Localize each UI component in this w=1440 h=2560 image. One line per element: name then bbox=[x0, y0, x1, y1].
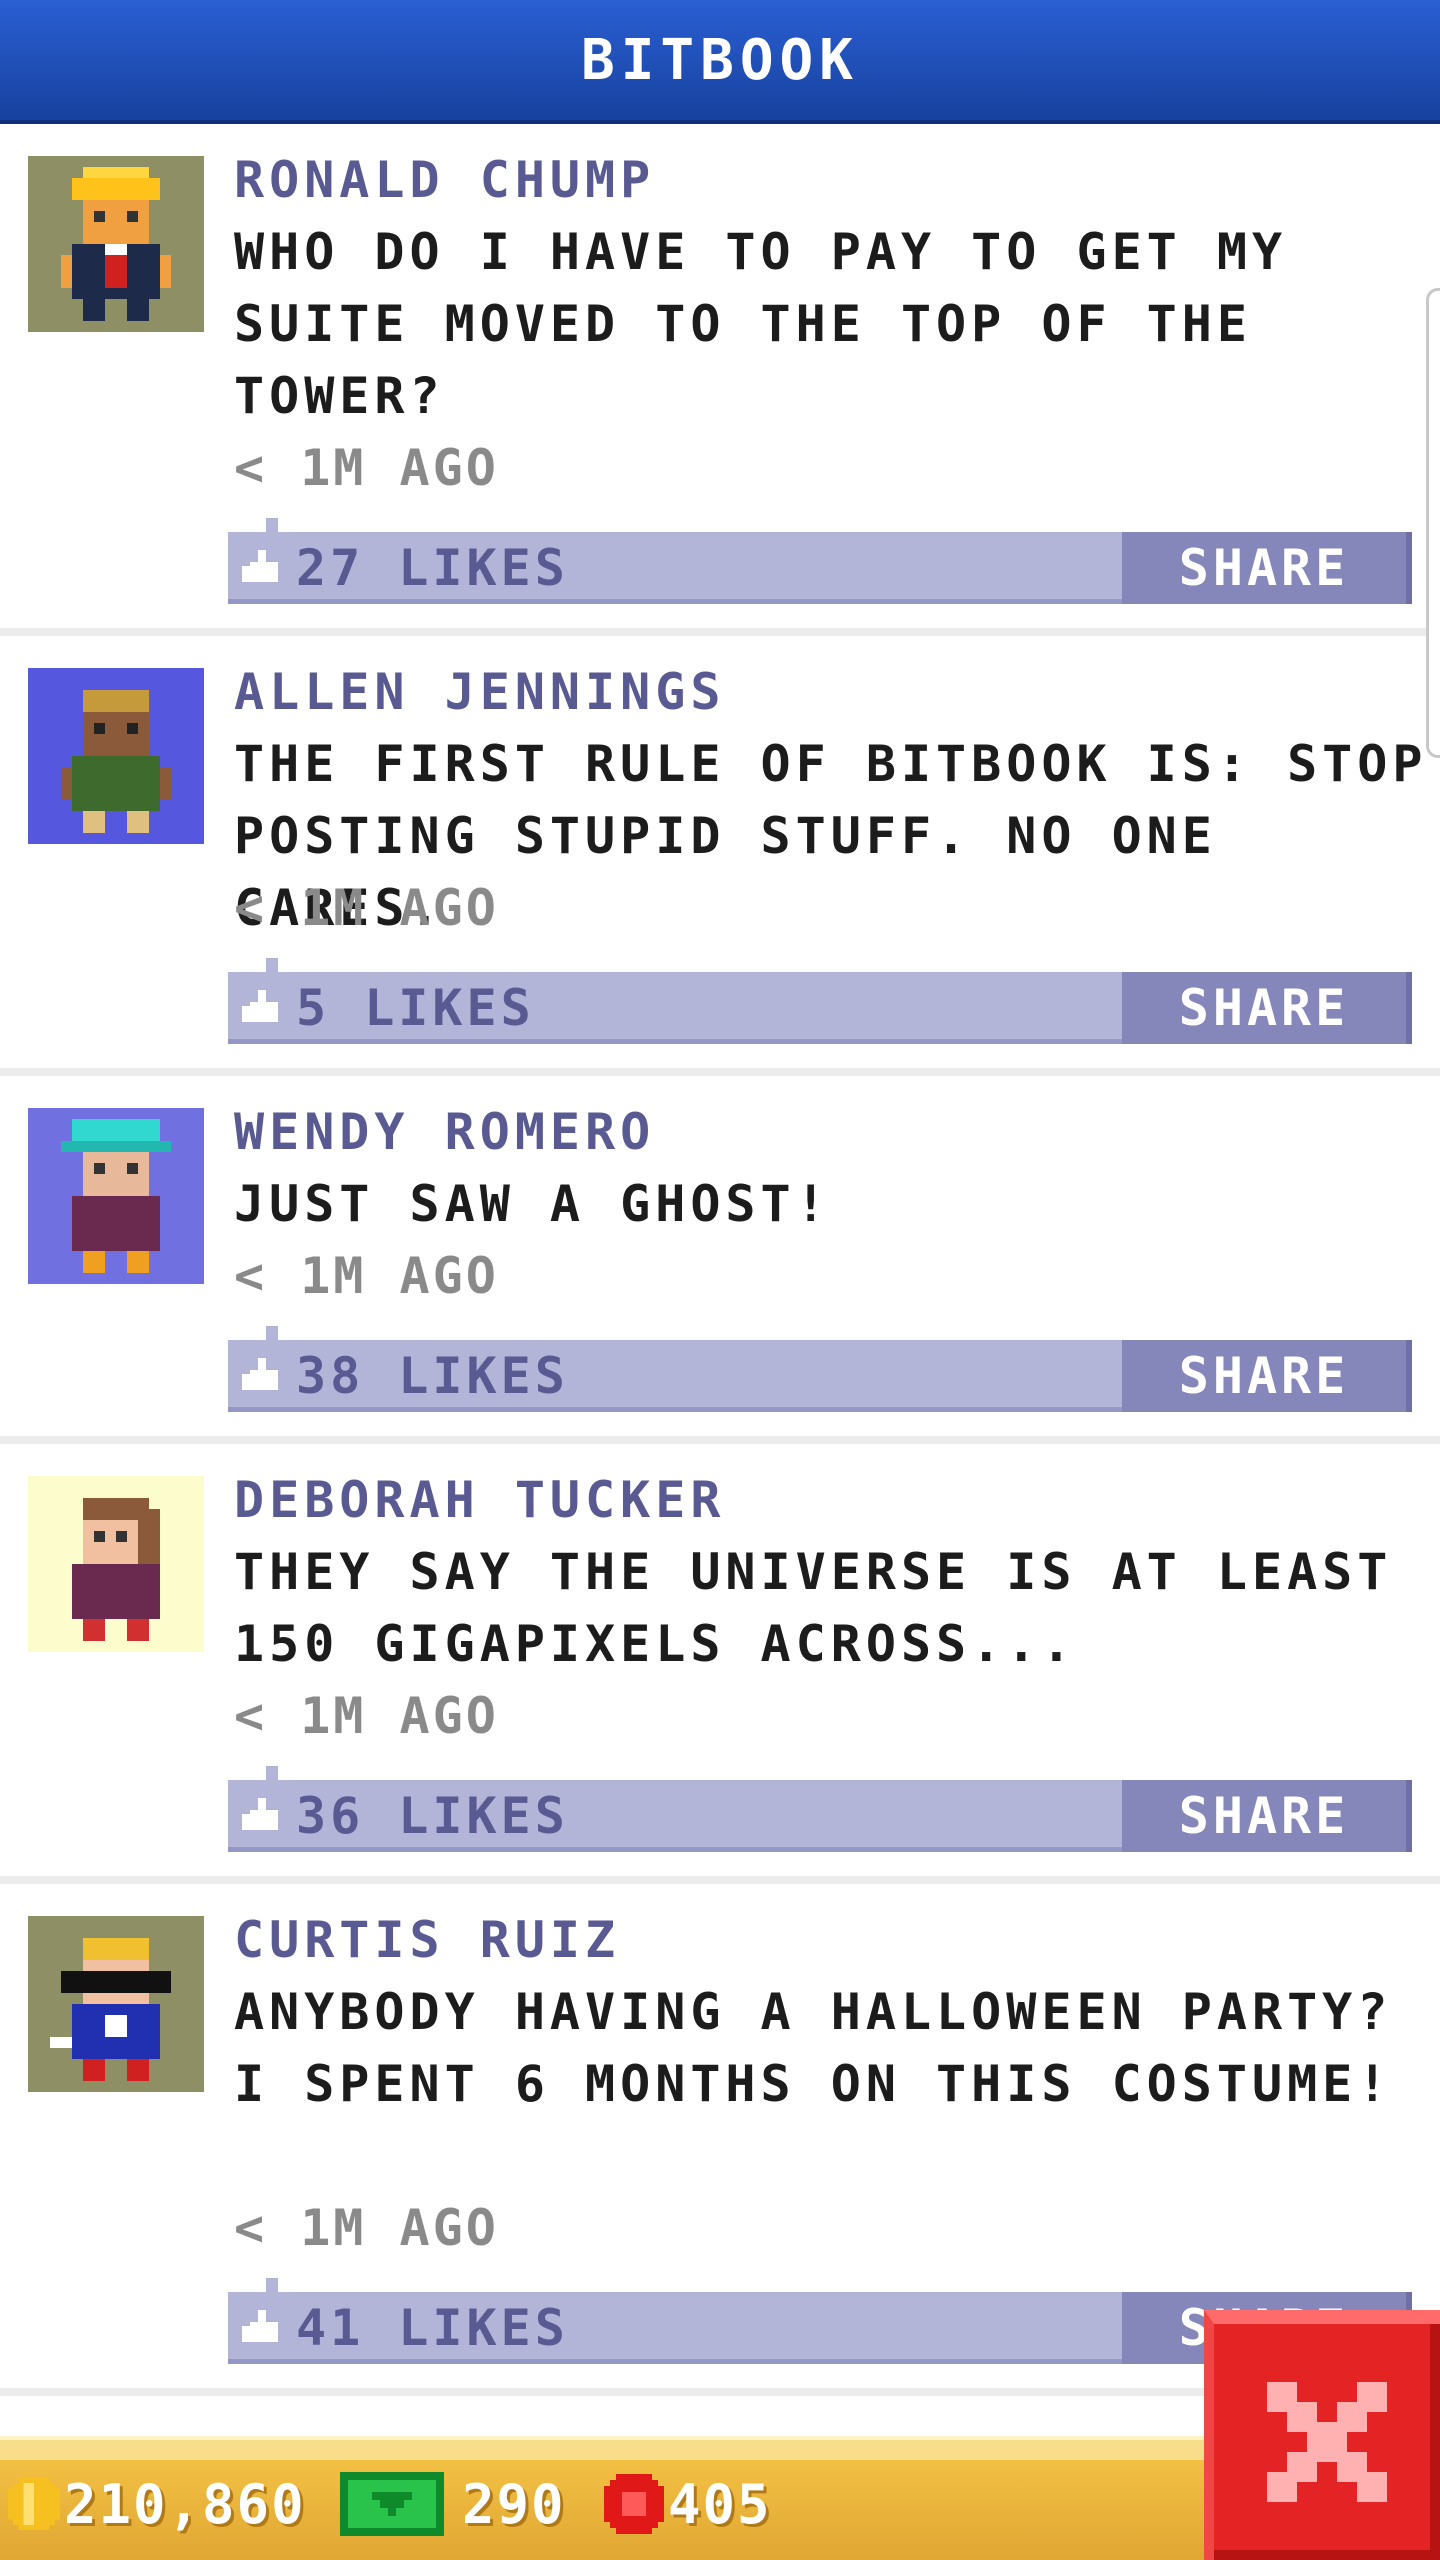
like-button[interactable]: 36 LIKES bbox=[228, 1780, 928, 1852]
avatar[interactable] bbox=[28, 156, 204, 332]
post-action-bar: 38 LIKES SHARE bbox=[228, 1326, 1412, 1412]
share-button[interactable]: SHARE bbox=[1122, 972, 1412, 1044]
bux-icon bbox=[340, 2472, 444, 2536]
share-button[interactable]: SHARE bbox=[1122, 532, 1412, 604]
share-button[interactable]: SHARE bbox=[1122, 1340, 1412, 1412]
like-button[interactable]: 5 LIKES bbox=[228, 972, 928, 1044]
avatar-pixel-person-icon bbox=[28, 1108, 204, 1284]
likebar-notch bbox=[266, 518, 278, 532]
tokens-counter[interactable]: 405 bbox=[604, 2472, 772, 2536]
post-divider bbox=[0, 1068, 1440, 1076]
post-divider bbox=[0, 1436, 1440, 1444]
likes-count: 36 LIKES bbox=[296, 1787, 569, 1845]
post-action-bar: 27 LIKES SHARE bbox=[228, 518, 1412, 604]
likebar-notch bbox=[266, 958, 278, 972]
tokens-value: 405 bbox=[668, 2472, 772, 2536]
thumbs-up-icon bbox=[242, 2310, 278, 2342]
post-card: ALLEN JENNINGS THE FIRST RULE OF BITBOOK… bbox=[0, 636, 1440, 1068]
post-author[interactable]: CURTIS RUIZ bbox=[234, 1904, 620, 1976]
likes-count: 5 LIKES bbox=[296, 979, 535, 1037]
likebar-notch bbox=[266, 2278, 278, 2292]
post-message: THEY SAY THE UNIVERSE IS AT LEAST 150 GI… bbox=[234, 1543, 1393, 1673]
share-button[interactable]: SHARE bbox=[1122, 1780, 1412, 1852]
post-author[interactable]: RONALD CHUMP bbox=[234, 144, 655, 216]
likes-count: 38 LIKES bbox=[296, 1347, 569, 1405]
post-divider bbox=[0, 628, 1440, 636]
likes-count: 41 LIKES bbox=[296, 2299, 569, 2357]
scrollbar[interactable] bbox=[1426, 288, 1440, 758]
post-author[interactable]: ALLEN JENNINGS bbox=[234, 656, 725, 728]
coins-value: 210,860 bbox=[64, 2472, 306, 2536]
avatar[interactable] bbox=[28, 668, 204, 844]
thumbs-up-icon bbox=[242, 1798, 278, 1830]
likes-count: 27 LIKES bbox=[296, 539, 569, 597]
post-time: < 1M AGO bbox=[234, 879, 499, 937]
post-author[interactable]: WENDY ROMERO bbox=[234, 1096, 655, 1168]
post-message: ANYBODY HAVING A HALLOWEEN PARTY? I SPEN… bbox=[234, 1983, 1393, 2113]
likebar-notch bbox=[266, 1326, 278, 1340]
like-button[interactable]: 41 LIKES bbox=[228, 2292, 928, 2364]
post-time: < 1M AGO bbox=[234, 1247, 499, 1305]
post-card: RONALD CHUMP WHO DO I HAVE TO PAY TO GET… bbox=[0, 124, 1440, 628]
post-message: WHO DO I HAVE TO PAY TO GET MY SUITE MOV… bbox=[234, 223, 1288, 425]
avatar[interactable] bbox=[28, 1476, 204, 1652]
app-header: BITBOOK bbox=[0, 0, 1440, 124]
app-title: BITBOOK bbox=[580, 27, 859, 93]
post-message: JUST SAW A GHOST! bbox=[234, 1175, 831, 1233]
token-icon bbox=[604, 2474, 664, 2534]
post-time: < 1M AGO bbox=[234, 2199, 499, 2257]
post-card: DEBORAH TUCKER THEY SAY THE UNIVERSE IS … bbox=[0, 1444, 1440, 1876]
post-time: < 1M AGO bbox=[234, 439, 499, 497]
thumbs-up-icon bbox=[242, 550, 278, 582]
thumbs-up-icon bbox=[242, 990, 278, 1022]
avatar-pixel-person-icon bbox=[28, 1916, 204, 2092]
post-author[interactable]: DEBORAH TUCKER bbox=[234, 1464, 725, 1536]
post-action-bar: 36 LIKES SHARE bbox=[228, 1766, 1412, 1852]
post-feed[interactable]: RONALD CHUMP WHO DO I HAVE TO PAY TO GET… bbox=[0, 124, 1440, 2396]
avatar-pixel-person-icon bbox=[28, 156, 204, 332]
coin-icon bbox=[8, 2478, 60, 2530]
thumbs-up-icon bbox=[242, 1358, 278, 1390]
like-button[interactable]: 27 LIKES bbox=[228, 532, 928, 604]
avatar-pixel-person-icon bbox=[28, 1476, 204, 1652]
avatar-pixel-person-icon bbox=[28, 668, 204, 844]
post-card: WENDY ROMERO JUST SAW A GHOST! < 1M AGO … bbox=[0, 1076, 1440, 1436]
avatar[interactable] bbox=[28, 1108, 204, 1284]
like-button[interactable]: 38 LIKES bbox=[228, 1340, 928, 1412]
coins-counter[interactable]: 210,860 bbox=[8, 2472, 306, 2536]
bux-counter[interactable]: 290 bbox=[340, 2472, 566, 2536]
bux-value: 290 bbox=[462, 2472, 566, 2536]
post-action-bar: 5 LIKES SHARE bbox=[228, 958, 1412, 1044]
likebar-notch bbox=[266, 1766, 278, 1780]
post-time: < 1M AGO bbox=[234, 1687, 499, 1745]
post-divider bbox=[0, 1876, 1440, 1884]
avatar[interactable] bbox=[28, 1916, 204, 2092]
close-button[interactable] bbox=[1204, 2310, 1440, 2560]
close-x-icon bbox=[1267, 2382, 1387, 2502]
